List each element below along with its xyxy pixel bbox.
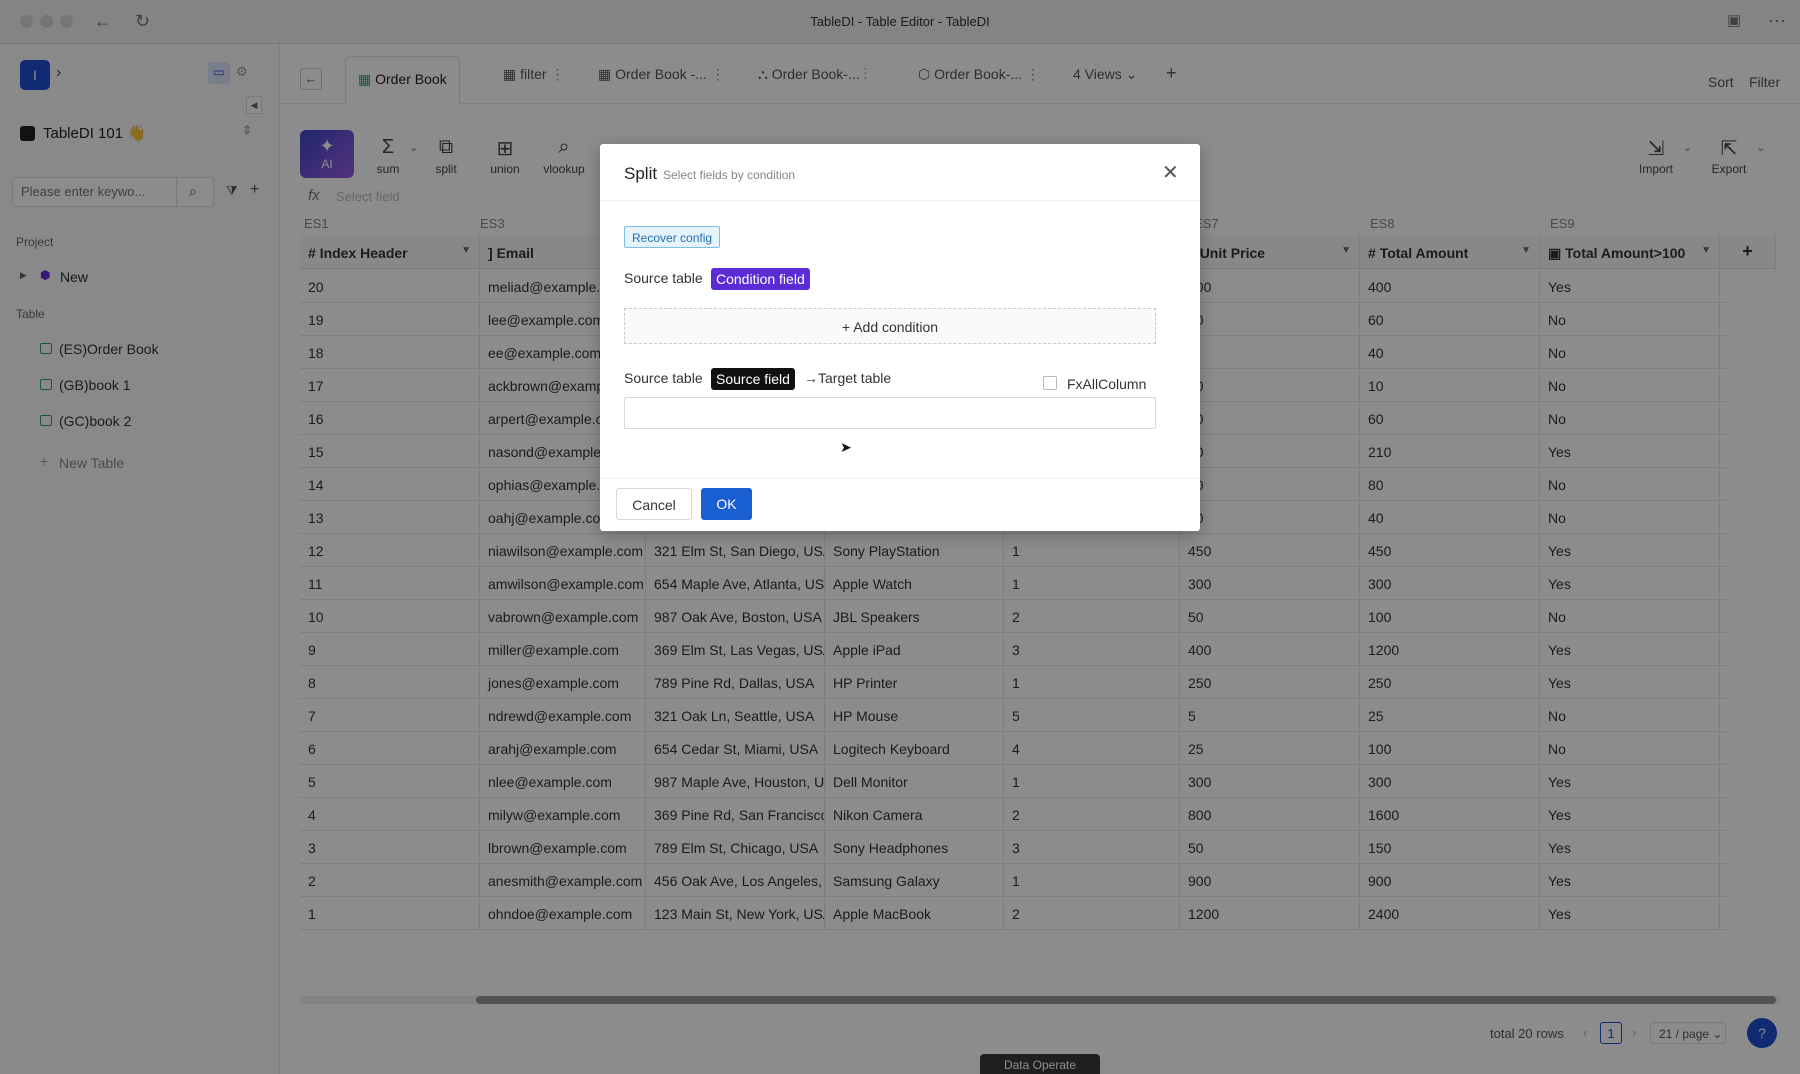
fx-all-column-label: FxAllColumn	[1067, 376, 1147, 392]
source-field-tag[interactable]: Source field	[711, 368, 795, 390]
source-table-label: Source table	[624, 270, 703, 286]
target-field-input[interactable]	[624, 397, 1156, 429]
split-dialog: Split Select fields by condition ✕ Recov…	[600, 144, 1200, 531]
dialog-title: Split	[624, 164, 658, 183]
mouse-cursor-icon: ➤	[840, 439, 852, 455]
recover-config-button[interactable]: Recover config	[624, 226, 721, 248]
divider	[600, 478, 1200, 479]
ok-button[interactable]: OK	[701, 488, 752, 520]
close-icon[interactable]: ✕	[1162, 160, 1179, 185]
divider	[600, 200, 1200, 201]
target-table-label: →Target table	[804, 370, 892, 386]
cancel-button[interactable]: Cancel	[616, 488, 692, 520]
dialog-subtitle: Select fields by condition	[663, 168, 796, 182]
fx-all-column-checkbox[interactable]	[1043, 376, 1057, 390]
condition-field-tag[interactable]: Condition field	[711, 268, 810, 290]
add-condition-button[interactable]: + Add condition	[624, 308, 1156, 344]
source-table-label: Source table	[624, 370, 703, 386]
